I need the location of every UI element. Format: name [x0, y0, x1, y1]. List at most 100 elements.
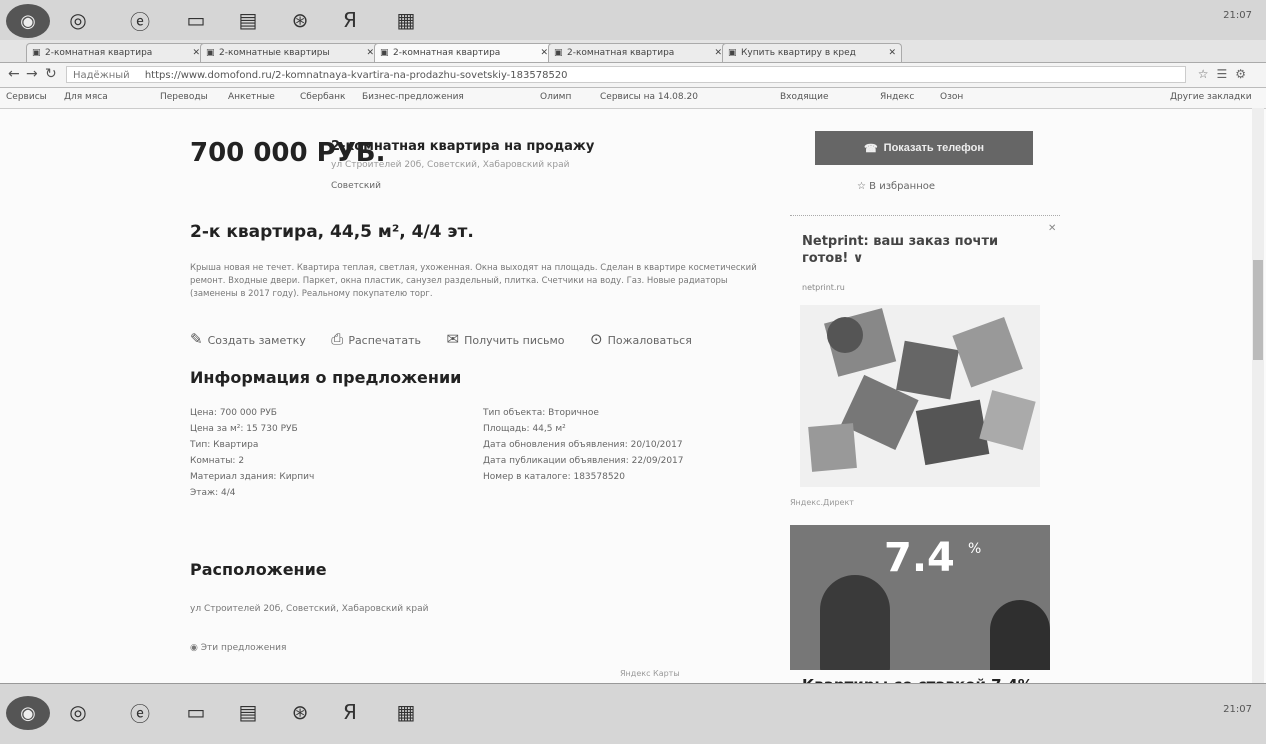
- ad-divider: [790, 215, 1060, 216]
- phone-icon: ☎: [863, 142, 878, 155]
- excel-icon[interactable]: ▦: [386, 696, 426, 728]
- toolbar-icons[interactable]: ☆☰⚙: [1198, 67, 1254, 81]
- bookmark-item[interactable]: Яндекс: [880, 92, 914, 102]
- tab-favicon-icon: ▣: [206, 48, 215, 58]
- folder-icon[interactable]: ▭: [176, 4, 216, 36]
- ad-banner[interactable]: 7.4 %: [790, 525, 1050, 670]
- ad-domain[interactable]: netprint.ru: [802, 283, 845, 292]
- tab-close-icon[interactable]: ✕: [540, 44, 548, 62]
- chrome-icon[interactable]: ◎: [58, 696, 98, 728]
- info-item: Площадь: 44,5 м²: [483, 424, 566, 434]
- scrollbar-thumb[interactable]: [1253, 260, 1263, 360]
- tab-label: 2-комнатная квартира: [45, 48, 153, 58]
- bookmark-item[interactable]: Сервисы: [6, 92, 47, 102]
- tab-1[interactable]: ▣ 2-комнатная квартира ✕: [26, 43, 206, 62]
- banner-rate: 7.4: [884, 535, 955, 581]
- tab-5[interactable]: ▣ Купить квартиру в кред ✕: [722, 43, 902, 62]
- create-note-button[interactable]: ✎ Создать заметку: [190, 330, 306, 348]
- bookmark-item[interactable]: Анкетные: [228, 92, 275, 102]
- tab-label: Купить квартиру в кред: [741, 48, 856, 58]
- bookmark-item[interactable]: Другие закладки: [1170, 92, 1252, 102]
- action-label: Получить письмо: [464, 334, 565, 347]
- chrome-icon[interactable]: ◎: [58, 4, 98, 36]
- security-label: Надёжный: [73, 70, 130, 81]
- listing-actions: ✎ Создать заметку ⎙ Распечатать ✉ Получить …: [190, 330, 714, 348]
- bookmark-item[interactable]: Сбербанк: [300, 92, 345, 102]
- listing-district[interactable]: Советский: [331, 181, 381, 191]
- ad-close-icon[interactable]: ✕: [1048, 223, 1056, 234]
- bookmark-item[interactable]: Для мяса: [64, 92, 108, 102]
- collage-image: [808, 308, 1036, 472]
- info-item: Материал здания: Кирпич: [190, 472, 315, 482]
- excel-icon[interactable]: ▦: [386, 4, 426, 36]
- pin-icon: ◉: [190, 643, 198, 653]
- yandex-icon[interactable]: Я: [330, 696, 370, 728]
- info-item: Этаж: 4/4: [190, 488, 236, 498]
- banner-person-right: [990, 600, 1050, 670]
- share-button[interactable]: ✉ Получить письмо: [446, 330, 564, 348]
- word-icon[interactable]: ▤: [228, 4, 268, 36]
- listing-description: Крыша новая не течет. Квартира теплая, с…: [190, 263, 757, 299]
- address-bar: ← → ↻ Надёжный https://www.domofond.ru/2…: [0, 63, 1266, 88]
- forward-icon[interactable]: →: [26, 66, 38, 82]
- bookmark-item[interactable]: Входящие: [780, 92, 829, 102]
- bookmark-item[interactable]: Сервисы на 14.08.20: [600, 92, 698, 102]
- location-section-title: Расположение: [190, 560, 327, 579]
- taskbar-top: ◉ ◎ ⓔ ▭ ▤ ⊛ Я ▦ 21:07: [0, 0, 1266, 41]
- banner-person-left: [820, 575, 890, 670]
- listing-headline: 2-комнатная квартира на продажу: [331, 139, 595, 154]
- star-icon: ☆: [857, 181, 866, 192]
- start-orb-icon[interactable]: ◉: [6, 4, 50, 38]
- info-item: Дата обновления объявления: 20/10/2017: [483, 440, 683, 450]
- info-item: Номер в каталоге: 183578520: [483, 472, 626, 482]
- tab-label: 2-комнатная квартира: [567, 48, 675, 58]
- media-icon[interactable]: ⊛: [280, 696, 320, 728]
- info-item: Цена: 700 000 РУБ: [190, 408, 277, 418]
- ie-icon[interactable]: ⓔ: [120, 4, 160, 36]
- start-orb-icon[interactable]: ◉: [6, 696, 50, 730]
- ad-title[interactable]: Netprint: ваш заказ почти готов! ∨: [802, 233, 1042, 267]
- tab-close-icon[interactable]: ✕: [192, 44, 200, 62]
- page-scrollbar[interactable]: [1252, 108, 1264, 683]
- other-offers-link[interactable]: ◉ Эти предложения: [190, 643, 286, 653]
- ad-photo-collage[interactable]: [800, 305, 1040, 487]
- tab-favicon-icon: ▣: [32, 48, 41, 58]
- media-icon[interactable]: ⊛: [280, 4, 320, 36]
- favorite-label: В избранное: [869, 181, 936, 192]
- tab-4[interactable]: ▣ 2-комнатная квартира ✕: [548, 43, 728, 62]
- tab-3[interactable]: ▣ 2-комнатная квартира ✕: [374, 43, 554, 62]
- report-button[interactable]: ⊙ Пожаловаться: [590, 330, 692, 348]
- show-phone-button[interactable]: ☎ Показать телефон: [815, 131, 1033, 165]
- print-button[interactable]: ⎙ Распечатать: [331, 330, 421, 348]
- tab-close-icon[interactable]: ✕: [366, 44, 374, 62]
- show-phone-label: Показать телефон: [883, 142, 985, 154]
- bookmark-item[interactable]: Бизнес-предложения: [362, 92, 464, 102]
- report-icon: ⊙: [590, 330, 603, 348]
- tab-2[interactable]: ▣ 2-комнатные квартиры ✕: [200, 43, 380, 62]
- url-input[interactable]: Надёжный https://www.domofond.ru/2-komna…: [66, 66, 1186, 83]
- action-label: Распечатать: [348, 334, 421, 347]
- tab-label: 2-комнатная квартира: [393, 48, 501, 58]
- tab-close-icon[interactable]: ✕: [888, 44, 896, 62]
- tab-label: 2-комнатные квартиры: [219, 48, 330, 58]
- other-offers-label: Эти предложения: [200, 643, 287, 653]
- bookmarks-bar: Сервисы Для мяса Переводы Анкетные Сберб…: [0, 88, 1266, 109]
- bookmark-item[interactable]: Переводы: [160, 92, 208, 102]
- ie-icon[interactable]: ⓔ: [120, 696, 160, 728]
- tab-favicon-icon: ▣: [728, 48, 737, 58]
- folder-icon[interactable]: ▭: [176, 696, 216, 728]
- listing-title: 2-к квартира, 44,5 м², 4/4 эт.: [190, 222, 474, 242]
- note-icon: ✎: [190, 330, 203, 348]
- listing-address[interactable]: ул Строителей 20б, Советский, Хабаровски…: [331, 160, 569, 170]
- yandex-icon[interactable]: Я: [330, 4, 370, 36]
- bookmark-item[interactable]: Олимп: [540, 92, 571, 102]
- word-icon[interactable]: ▤: [228, 696, 268, 728]
- back-icon[interactable]: ←: [8, 66, 20, 82]
- tab-close-icon[interactable]: ✕: [714, 44, 722, 62]
- favorite-link[interactable]: ☆ В избранное: [857, 181, 935, 192]
- url-text: https://www.domofond.ru/2-komnatnaya-kva…: [144, 70, 568, 81]
- bookmark-item[interactable]: Озон: [940, 92, 963, 102]
- banner-percent: %: [968, 541, 982, 557]
- taskbar-clock: 21:07: [1223, 10, 1252, 21]
- reload-icon[interactable]: ↻: [45, 66, 57, 82]
